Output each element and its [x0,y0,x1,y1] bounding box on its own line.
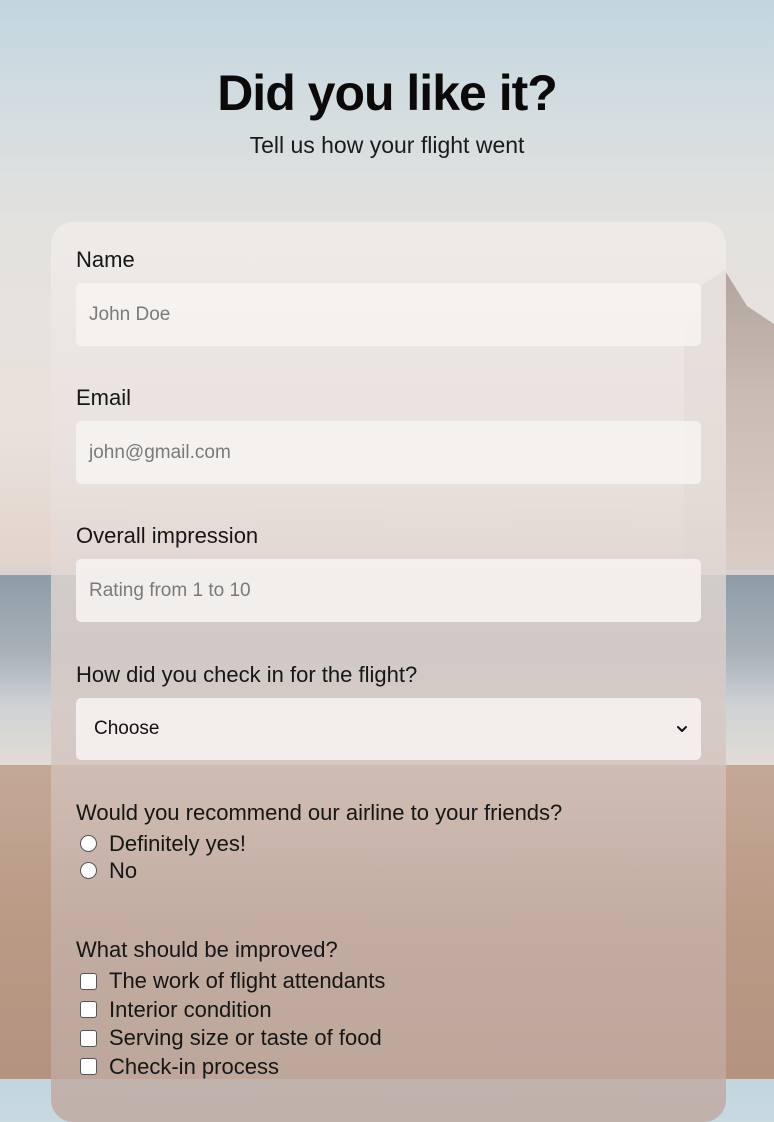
improve-label: What should be improved? [76,937,338,962]
chevron-down-icon [677,726,687,732]
checkbox[interactable] [80,1029,97,1047]
radio-option-no[interactable]: No [76,857,701,884]
email-input[interactable]: john@gmail.com [76,421,701,484]
checkin-field-group: How did you check in for the flight? Cho… [76,660,701,760]
checkin-select[interactable]: Choose [76,698,701,760]
email-label: Email [76,385,132,410]
email-field-group: Email john@gmail.com [76,383,701,484]
checkbox-option[interactable]: Check-in process [76,1053,701,1082]
recommend-field-group: Would you recommend our airline to your … [76,798,701,884]
impression-input[interactable]: Rating from 1 to 10 [76,559,701,622]
checkin-label: How did you check in for the flight? [76,662,418,687]
checkbox[interactable] [80,1058,97,1076]
recommend-label: Would you recommend our airline to your … [76,800,563,825]
name-field-group: Name John Doe [76,245,701,346]
page-title: Did you like it? [217,65,558,121]
checkbox-option-label: The work of flight attendants [109,968,386,994]
recommend-radio-group: Definitely yes! No [76,830,701,884]
checkbox-option-label: Check-in process [109,1053,279,1079]
radio-option-label: Definitely yes! [109,830,246,856]
checkbox[interactable] [80,972,97,990]
impression-label: Overall impression [76,523,259,548]
name-label: Name [76,247,135,272]
checkbox[interactable] [80,1001,97,1019]
radio-button[interactable] [80,835,97,852]
improve-checkbox-group: The work of flight attendants Interior c… [76,967,701,1081]
checkbox-option[interactable]: Interior condition [76,996,701,1025]
radio-option-label: No [109,857,138,883]
checkbox-option-label: Serving size or taste of food [109,1025,382,1051]
radio-option-yes[interactable]: Definitely yes! [76,830,701,857]
radio-button[interactable] [80,862,97,879]
page-subtitle: Tell us how your flight went [249,132,525,158]
checkbox-option[interactable]: The work of flight attendants [76,967,701,996]
improve-field-group: What should be improved? The work of fli… [76,935,701,1081]
checkin-selected-value: Choose [94,718,160,739]
name-input[interactable]: John Doe [76,283,701,346]
checkbox-option[interactable]: Serving size or taste of food [76,1024,701,1053]
impression-field-group: Overall impression Rating from 1 to 10 [76,521,701,622]
checkbox-option-label: Interior condition [109,996,272,1022]
page-header: Did you like it? Tell us how your flight… [0,60,774,159]
